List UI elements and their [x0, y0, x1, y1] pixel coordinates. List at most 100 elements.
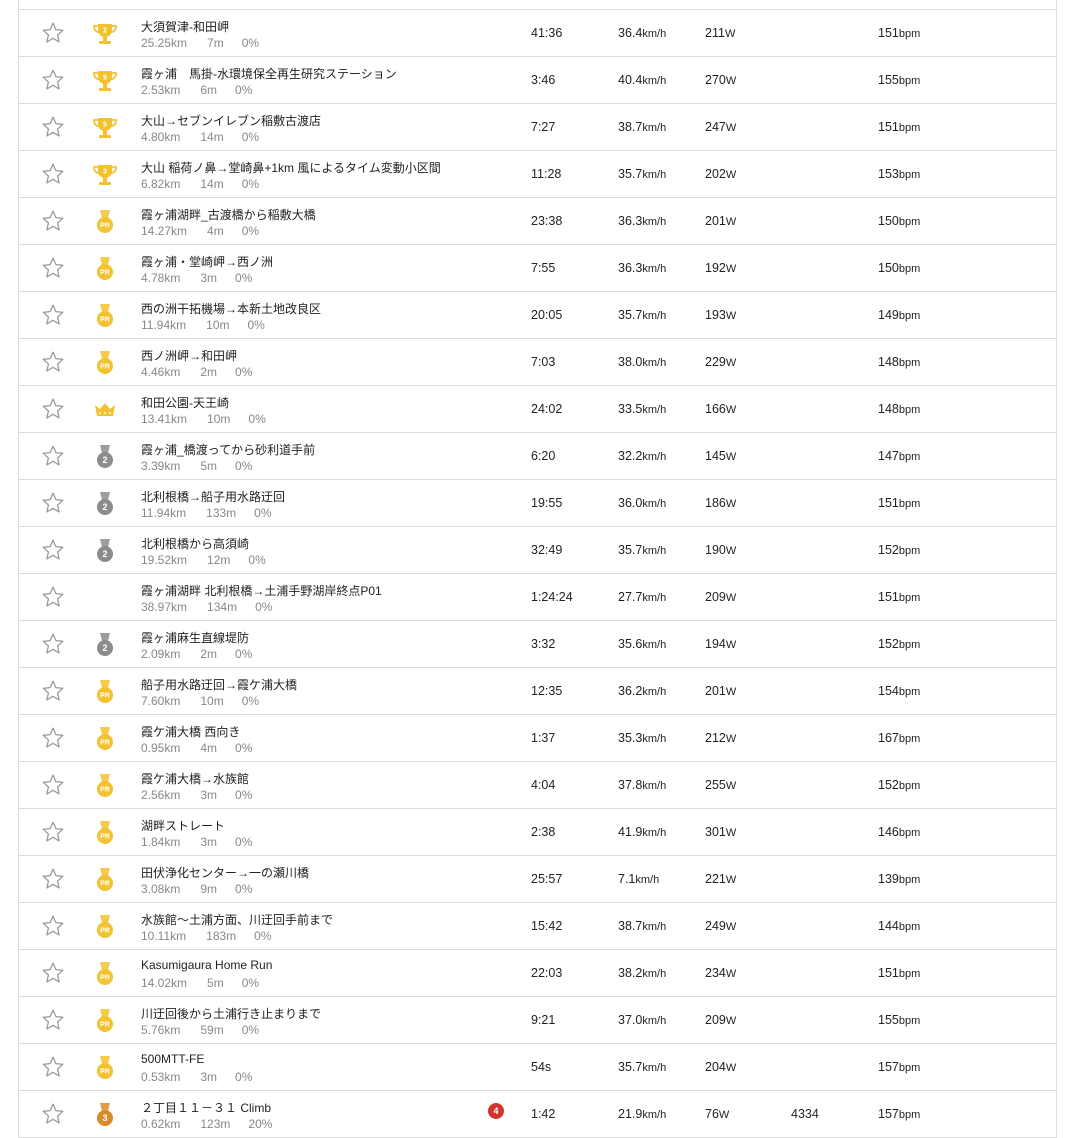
- svg-text:2: 2: [102, 502, 107, 512]
- segment-name-link[interactable]: 北利根橋→船子用水路迂回: [141, 488, 285, 505]
- segment-row[interactable]: PR 500MTT-FE 0.53km 3m 0% 54s 35.7km/h 204W 157b…: [19, 1044, 1056, 1091]
- star-icon[interactable]: [41, 162, 65, 186]
- segment-name-link[interactable]: 霞ヶ浦・堂崎岬→西ノ洲: [141, 253, 273, 270]
- svg-text:2: 2: [102, 455, 107, 465]
- segment-name-link[interactable]: 大山 稲荷ノ鼻→堂崎鼻+1km 風によるタイム変動小区間: [141, 159, 441, 176]
- star-icon[interactable]: [41, 1008, 65, 1032]
- medal-icon: 2: [92, 632, 118, 658]
- segment-row[interactable]: PR 船子用水路迂回→霞ケ浦大橋 7.60km 10m 0% 12:35 36.2km/h 2…: [19, 668, 1056, 715]
- trophy-icon: 2: [92, 21, 118, 47]
- segment-name-link[interactable]: 西ノ洲岬→和田岬: [141, 347, 237, 364]
- segment-row[interactable]: 2 北利根橋→船子用水路迂回 11.94km 133m 0% 19:55 36.0km/h 1…: [19, 480, 1056, 527]
- segment-elevation: 10m: [206, 318, 230, 332]
- segment-row[interactable]: 5 大山→セブンイレブン稲敷古渡店 4.80km 14m 0% 7:27 38.7km/h 2…: [19, 104, 1056, 151]
- star-icon[interactable]: [41, 68, 65, 92]
- star-icon[interactable]: [41, 209, 65, 233]
- star-icon[interactable]: [41, 679, 65, 703]
- segment-speed: 38.7km/h: [618, 120, 667, 134]
- segment-stats: 6.82km 14m 0%: [141, 177, 259, 191]
- segment-elevation: 4m: [200, 741, 218, 755]
- segment-name-link[interactable]: 霞ヶ浦_橋渡ってから砂利道手前: [141, 441, 315, 458]
- segment-distance: 0.53km: [141, 1070, 181, 1084]
- star-icon[interactable]: [41, 961, 65, 985]
- svg-text:PR: PR: [100, 1022, 110, 1029]
- star-icon[interactable]: [41, 1102, 65, 1126]
- segment-row[interactable]: PR 湖畔ストレート 1.84km 3m 0% 2:38 41.9km/h 301W 146bp…: [19, 809, 1056, 856]
- segment-speed: 35.7km/h: [618, 1060, 667, 1074]
- segment-row[interactable]: [19, 0, 1056, 10]
- segment-row[interactable]: PR 霞ヶ浦・堂崎岬→西ノ洲 4.78km 3m 0% 7:55 36.3km/h 192W 1…: [19, 245, 1056, 292]
- segment-distance: 4.80km: [141, 130, 181, 144]
- segment-name-link[interactable]: ２丁目１１－３１ Climb: [141, 1099, 271, 1116]
- segment-name-link[interactable]: Kasumigaura Home Run: [141, 958, 272, 972]
- segment-name-link[interactable]: 霞ケ浦大橋→水族館: [141, 770, 249, 787]
- star-icon[interactable]: [41, 397, 65, 421]
- segment-row[interactable]: PR 霞ケ浦大橋→水族館 2.56km 3m 0% 4:04 37.8km/h 255W 152…: [19, 762, 1056, 809]
- segment-name-link[interactable]: 霞ヶ浦湖畔 北利根橋→土浦手野湖岸終点P01: [141, 582, 382, 599]
- trophy-icon: 3: [92, 162, 118, 188]
- segment-row[interactable]: 霞ヶ浦湖畔 北利根橋→土浦手野湖岸終点P01 38.97km 134m 0% 1:24:…: [19, 574, 1056, 621]
- segment-name-link[interactable]: 霞ヶ浦湖畔_古渡橋から稲敷大橋: [141, 206, 316, 223]
- star-icon[interactable]: [41, 256, 65, 280]
- segment-power: 211W: [705, 26, 736, 40]
- star-icon[interactable]: [41, 632, 65, 656]
- segment-speed: 38.0km/h: [618, 355, 667, 369]
- segment-row[interactable]: 3 大山 稲荷ノ鼻→堂崎鼻+1km 風によるタイム変動小区間 6.82km 14m 0%…: [19, 151, 1056, 198]
- star-icon[interactable]: [41, 585, 65, 609]
- star-icon[interactable]: [41, 914, 65, 938]
- segment-row[interactable]: PR 川迂回後から土浦行き止まりまで 5.76km 59m 0% 9:21 37.0km/h…: [19, 997, 1056, 1044]
- segment-name-link[interactable]: 湖畔ストレート: [141, 817, 225, 834]
- segment-row[interactable]: 3 ２丁目１１－３１ Climb 0.62km 123m 20% 4 1:42 21.9km/…: [19, 1091, 1056, 1138]
- star-icon[interactable]: [41, 538, 65, 562]
- segment-row[interactable]: 2 霞ヶ浦_橋渡ってから砂利道手前 3.39km 5m 0% 6:20 32.2km/h 14…: [19, 433, 1056, 480]
- segment-name-link[interactable]: 霞ヶ浦 馬掛-水環境保全再生研究ステーション: [141, 65, 397, 82]
- segment-name-link[interactable]: 水族館～土浦方面、川迂回手前まで: [141, 911, 333, 928]
- segment-name-link[interactable]: 大須賀津-和田岬: [141, 18, 229, 35]
- medal-icon: 2: [92, 444, 118, 470]
- segment-elevation: 9m: [200, 882, 218, 896]
- segment-row[interactable]: PR 水族館～土浦方面、川迂回手前まで 10.11km 183m 0% 15:42 38.7…: [19, 903, 1056, 950]
- segment-row[interactable]: PR 霞ケ浦大橋 西向き 0.95km 4m 0% 1:37 35.3km/h 212W 167…: [19, 715, 1056, 762]
- svg-text:2: 2: [103, 28, 107, 35]
- star-icon[interactable]: [41, 1055, 65, 1079]
- segment-power: 247W: [705, 120, 737, 134]
- segment-name-link[interactable]: 北利根橋から高須崎: [141, 535, 249, 552]
- segment-name-link[interactable]: 500MTT-FE: [141, 1052, 204, 1066]
- segment-row[interactable]: 2 大須賀津-和田岬 25.25km 7m 0% 41:36 36.4km/h 211W 151…: [19, 10, 1056, 57]
- segment-stats: 10.11km 183m 0%: [141, 929, 272, 943]
- segment-row[interactable]: PR 田伏浄化センター→一の瀬川橋 3.08km 9m 0% 25:57 7.1km/h 22…: [19, 856, 1056, 903]
- segment-row[interactable]: 9 霞ヶ浦 馬掛-水環境保全再生研究ステーション 2.53km 6m 0% 3:46 40.…: [19, 57, 1056, 104]
- segment-name-link[interactable]: 船子用水路迂回→霞ケ浦大橋: [141, 676, 297, 693]
- star-icon[interactable]: [41, 444, 65, 468]
- segment-name-link[interactable]: 西の洲干拓機場→本新土地改良区: [141, 300, 321, 317]
- segment-time: 4:04: [531, 778, 556, 792]
- segment-row[interactable]: 2 霞ヶ浦麻生直線堤防 2.09km 2m 0% 3:32 35.6km/h 194W 152b…: [19, 621, 1056, 668]
- crown-icon: [92, 397, 118, 423]
- star-icon[interactable]: [41, 21, 65, 45]
- star-icon[interactable]: [41, 820, 65, 844]
- segment-row[interactable]: PR Kasumigaura Home Run 14.02km 5m 0% 22:03 38…: [19, 950, 1056, 997]
- star-icon[interactable]: [41, 115, 65, 139]
- star-icon[interactable]: [41, 350, 65, 374]
- star-icon[interactable]: [41, 867, 65, 891]
- star-icon[interactable]: [41, 726, 65, 750]
- segment-power: 190W: [705, 543, 737, 557]
- segment-row[interactable]: PR 霞ヶ浦湖畔_古渡橋から稲敷大橋 14.27km 4m 0% 23:38 36.3km/…: [19, 198, 1056, 245]
- segment-name-link[interactable]: 霞ケ浦大橋 西向き: [141, 723, 240, 740]
- segment-row[interactable]: PR 西の洲干拓機場→本新土地改良区 11.94km 10m 0% 20:05 35.7km…: [19, 292, 1056, 339]
- segment-row[interactable]: 和田公園-天王崎 13.41km 10m 0% 24:02 33.5km/h 166W 148…: [19, 386, 1056, 433]
- segment-name-link[interactable]: 霞ヶ浦麻生直線堤防: [141, 629, 249, 646]
- segment-name-link[interactable]: 大山→セブンイレブン稲敷古渡店: [141, 112, 321, 129]
- star-icon[interactable]: [41, 491, 65, 515]
- segment-time: 15:42: [531, 919, 563, 933]
- star-icon[interactable]: [41, 303, 65, 327]
- segment-row[interactable]: PR 西ノ洲岬→和田岬 4.46km 2m 0% 7:03 38.0km/h 229W 148b…: [19, 339, 1056, 386]
- segment-time: 23:38: [531, 214, 563, 228]
- segment-name-link[interactable]: 和田公園-天王崎: [141, 394, 229, 411]
- star-icon[interactable]: [41, 773, 65, 797]
- segment-name-link[interactable]: 田伏浄化センター→一の瀬川橋: [141, 864, 309, 881]
- segment-grade: 0%: [235, 788, 253, 802]
- segment-grade: 0%: [235, 83, 253, 97]
- segment-name-link[interactable]: 川迂回後から土浦行き止まりまで: [141, 1005, 321, 1022]
- segment-row[interactable]: 2 北利根橋から高須崎 19.52km 12m 0% 32:49 35.7km/h 190W 1…: [19, 527, 1056, 574]
